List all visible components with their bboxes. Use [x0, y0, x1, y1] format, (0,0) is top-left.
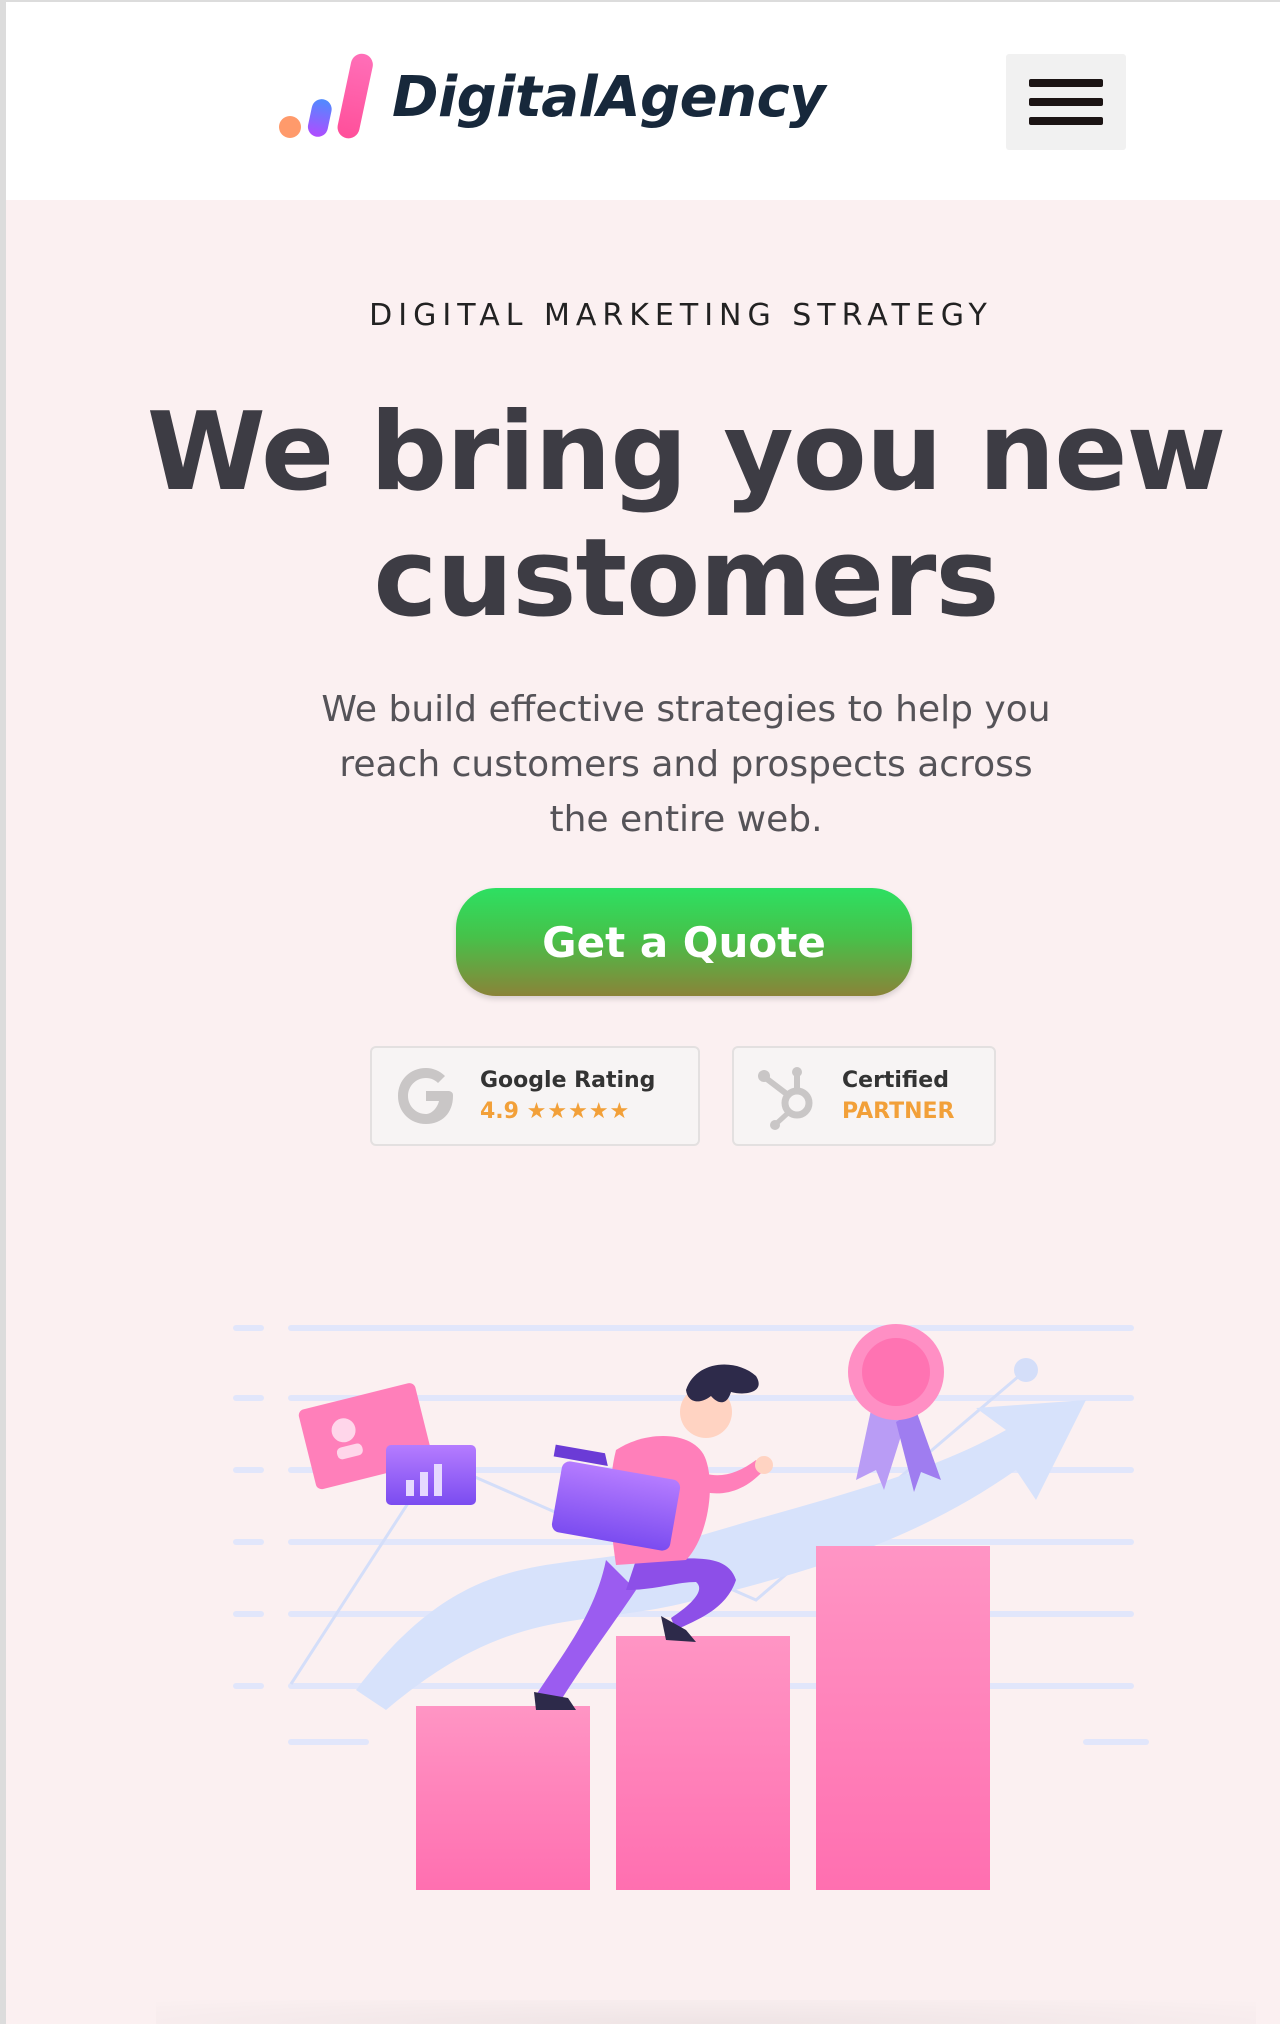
partner-label: PARTNER: [842, 1099, 955, 1124]
bar-small: [416, 1706, 590, 1890]
hamburger-menu-icon: [1029, 79, 1103, 125]
google-rating-badge[interactable]: Google Rating 4.9 ★★★★★: [370, 1046, 700, 1146]
bar-medium: [616, 1636, 790, 1890]
certified-label: Certified: [842, 1068, 949, 1093]
google-rating-text: Google Rating 4.9 ★★★★★: [480, 1068, 655, 1124]
menu-button[interactable]: [1006, 54, 1126, 150]
hero-section: DIGITAL MARKETING STRATEGY We bring you …: [6, 200, 1280, 2024]
hero-subtext: We build effective strategies to help yo…: [276, 682, 1096, 847]
get-quote-button[interactable]: Get a Quote: [456, 888, 912, 996]
site-header: DigitalAgency: [6, 0, 1280, 200]
headline-line-2: customers: [373, 516, 999, 641]
rating-value: 4.9: [480, 1099, 519, 1124]
partner-text: Certified PARTNER: [842, 1068, 954, 1124]
brand-name: DigitalAgency: [392, 64, 826, 130]
bar-chart-logo-icon: [270, 47, 390, 147]
subtext-line-3: the entire web.: [549, 799, 823, 840]
hubspot-icon: [748, 1056, 828, 1136]
hero-headline: We bring you new customers: [136, 390, 1236, 642]
section-shadow: [156, 2000, 1256, 2024]
certified-partner-badge[interactable]: Certified PARTNER: [732, 1046, 996, 1146]
growth-chart-illustration: [216, 1300, 1156, 1920]
google-rating-label: Google Rating: [480, 1068, 656, 1093]
google-rating-score: 4.9 ★★★★★: [480, 1099, 655, 1124]
brand-logo[interactable]: DigitalAgency: [270, 47, 910, 147]
google-g-icon: [386, 1056, 466, 1136]
hero-eyebrow: DIGITAL MARKETING STRATEGY: [369, 298, 993, 333]
subtext-line-1: We build effective strategies to help yo…: [321, 689, 1051, 730]
headline-line-1: We bring you new: [146, 390, 1227, 515]
star-rating-icon: ★★★★★: [526, 1099, 631, 1124]
subtext-line-2: reach customers and prospects across: [339, 744, 1033, 785]
bar-large: [816, 1546, 990, 1890]
